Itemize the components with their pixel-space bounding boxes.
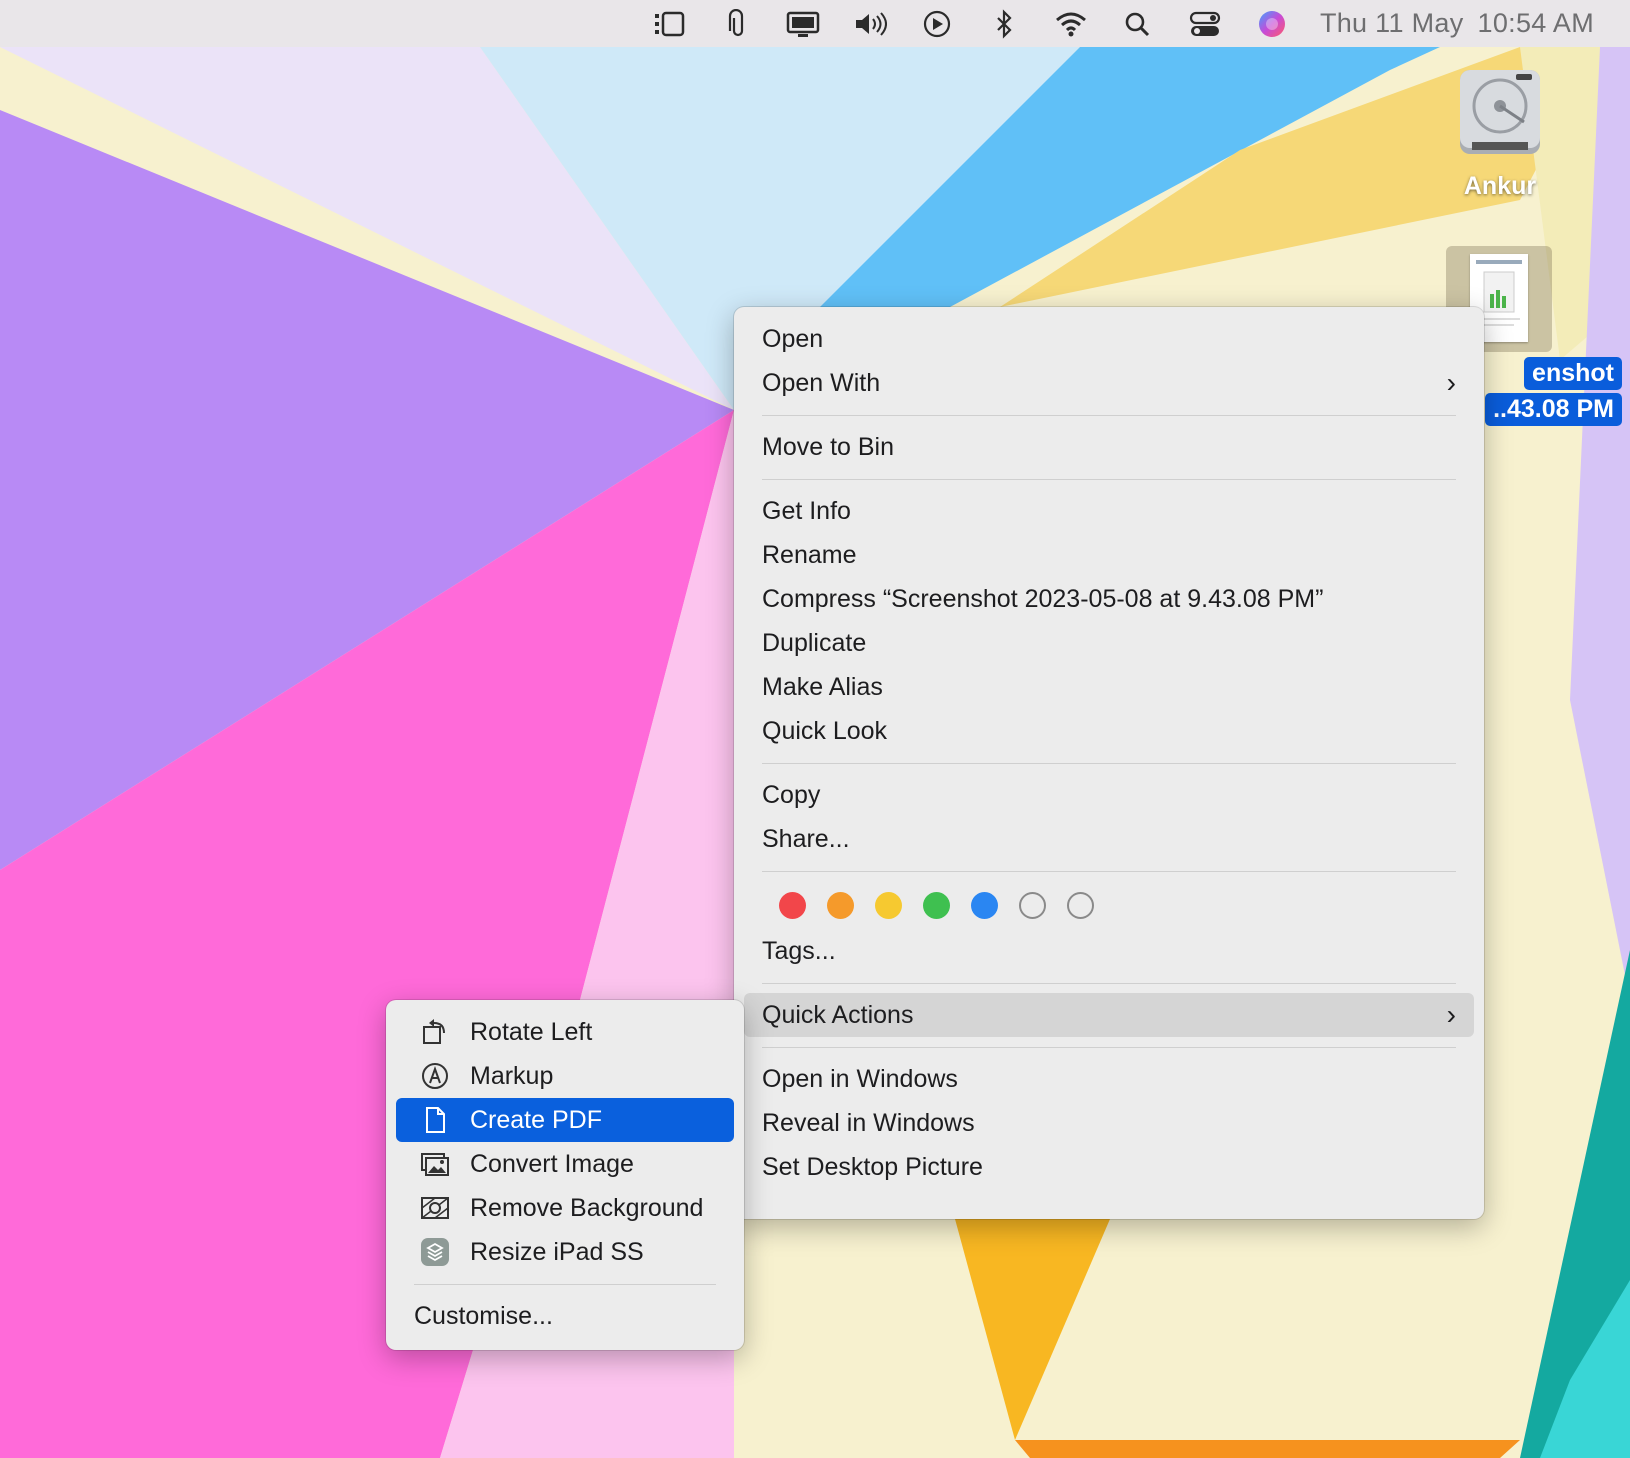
menu-item-set-desktop-picture[interactable]: Set Desktop Picture	[744, 1145, 1474, 1189]
menu-item-make-alias[interactable]: Make Alias	[744, 665, 1474, 709]
submenu-item-remove-background[interactable]: Remove Background	[396, 1186, 734, 1230]
menu-separator	[414, 1284, 716, 1285]
menu-item-open-with[interactable]: Open With ›	[744, 361, 1474, 405]
menu-item-open-in-windows[interactable]: Open in Windows	[744, 1057, 1474, 1101]
menu-item-get-info[interactable]: Get Info	[744, 489, 1474, 533]
submenu-item-markup[interactable]: Markup	[396, 1054, 734, 1098]
tag-orange-dot[interactable]	[827, 891, 854, 919]
menu-item-rename[interactable]: Rename	[744, 533, 1474, 577]
menu-item-quick-actions[interactable]: Quick Actions ›	[744, 993, 1474, 1037]
display-icon[interactable]	[785, 8, 821, 40]
wifi-icon[interactable]	[1053, 8, 1089, 40]
rotate-left-label: Rotate Left	[470, 1017, 593, 1046]
menu-item-copy[interactable]: Copy	[744, 773, 1474, 817]
quick-actions-label: Quick Actions	[762, 1000, 914, 1029]
menu-separator	[762, 871, 1456, 872]
menu-item-compress[interactable]: Compress “Screenshot 2023-05-08 at 9.43.…	[744, 577, 1474, 621]
search-icon[interactable]	[1120, 8, 1156, 40]
create-pdf-label: Create PDF	[470, 1105, 602, 1134]
screenshot-file-label[interactable]: enshot ..43.08 PM	[1485, 357, 1622, 429]
menu-separator	[762, 415, 1456, 416]
menu-separator	[762, 983, 1456, 984]
tag-blue-dot[interactable]	[971, 891, 998, 919]
remove-background-icon	[420, 1193, 450, 1223]
file-label-line1: enshot	[1524, 357, 1622, 390]
file-label-line2: ..43.08 PM	[1485, 393, 1622, 426]
sidebar-icon[interactable]	[651, 8, 687, 40]
submenu-item-customise[interactable]: Customise...	[396, 1294, 734, 1338]
tag-green-dot[interactable]	[923, 891, 950, 919]
menubar-date: Thu 11 May	[1319, 8, 1464, 38]
menubar-time: 10:54 AM	[1477, 8, 1594, 38]
menu-separator	[762, 479, 1456, 480]
markup-icon	[420, 1061, 450, 1091]
play-icon[interactable]	[919, 8, 955, 40]
menu-separator	[762, 763, 1456, 764]
menu-bar: Thu 11 May 10:54 AM	[0, 0, 1630, 47]
menu-item-quick-look[interactable]: Quick Look	[744, 709, 1474, 753]
tag-red-dot[interactable]	[779, 891, 806, 919]
rotate-left-icon	[420, 1017, 450, 1047]
submenu-item-rotate-left[interactable]: Rotate Left	[396, 1010, 734, 1054]
volume-icon[interactable]	[852, 8, 888, 40]
menu-separator	[762, 1047, 1456, 1048]
tag-colors-row	[744, 881, 1474, 929]
menu-item-move-to-bin[interactable]: Move to Bin	[744, 425, 1474, 469]
menu-item-open[interactable]: Open	[744, 317, 1474, 361]
bluetooth-icon[interactable]	[986, 8, 1022, 40]
menu-item-share[interactable]: Share...	[744, 817, 1474, 861]
quick-actions-submenu: Rotate Left Markup Create PDF Convert Im…	[386, 1000, 744, 1350]
paperclip-icon[interactable]	[718, 8, 754, 40]
tag-empty-dot[interactable]	[1067, 891, 1094, 919]
resize-ipad-label: Resize iPad SS	[470, 1237, 644, 1266]
convert-image-icon	[420, 1149, 450, 1179]
hard-drive-icon[interactable]	[1454, 64, 1546, 160]
menu-item-tags[interactable]: Tags...	[744, 929, 1474, 973]
menu-item-duplicate[interactable]: Duplicate	[744, 621, 1474, 665]
menubar-clock[interactable]: Thu 11 May 10:54 AM	[1320, 8, 1594, 39]
open-with-label: Open With	[762, 368, 881, 397]
markup-label: Markup	[470, 1061, 554, 1090]
submenu-item-resize-ipad-ss[interactable]: Resize iPad SS	[396, 1230, 734, 1274]
shortcuts-icon	[420, 1237, 450, 1267]
remove-background-label: Remove Background	[470, 1193, 704, 1222]
submenu-item-convert-image[interactable]: Convert Image	[396, 1142, 734, 1186]
tag-yellow-dot[interactable]	[875, 891, 902, 919]
submenu-item-create-pdf[interactable]: Create PDF	[396, 1098, 734, 1142]
convert-image-label: Convert Image	[470, 1149, 634, 1178]
drive-label[interactable]: Ankur	[1440, 172, 1560, 201]
siri-icon[interactable]	[1254, 8, 1290, 40]
document-icon	[420, 1105, 450, 1135]
chevron-right-icon: ›	[1446, 999, 1456, 1030]
chevron-right-icon: ›	[1446, 367, 1456, 398]
menu-item-reveal-in-windows[interactable]: Reveal in Windows	[744, 1101, 1474, 1145]
context-menu: Open Open With › Move to Bin Get Info Ren…	[734, 307, 1484, 1219]
tag-empty-dot[interactable]	[1019, 891, 1046, 919]
control-center-icon[interactable]	[1187, 8, 1223, 40]
